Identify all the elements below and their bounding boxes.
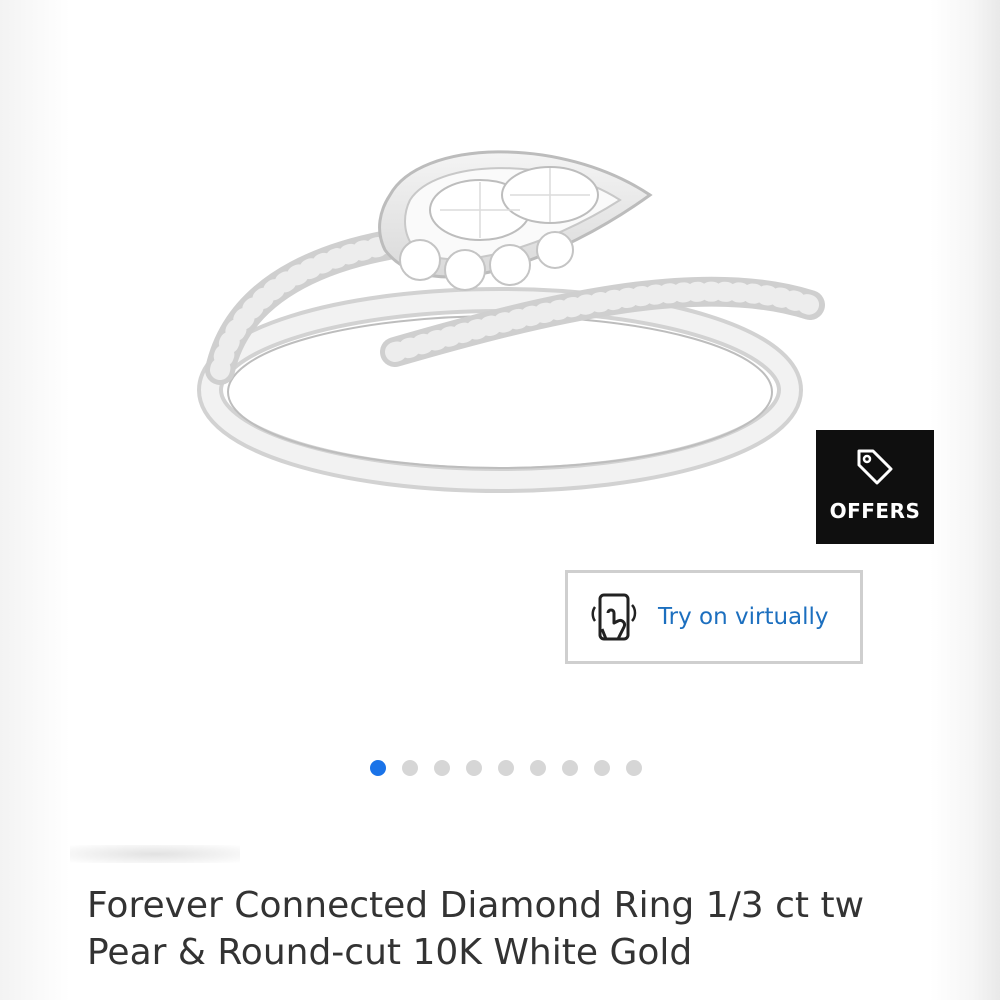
carousel-dot-3[interactable] [434, 760, 450, 776]
carousel-dot-8[interactable] [594, 760, 610, 776]
product-title: Forever Connected Diamond Ring 1/3 ct tw… [87, 882, 927, 976]
carousel-dot-2[interactable] [402, 760, 418, 776]
right-edge-shade [930, 0, 1000, 1000]
try-on-label: Try on virtually [658, 604, 829, 630]
product-title-line-2: Pear & Round-cut 10K White Gold [87, 932, 693, 973]
carousel-dot-5[interactable] [498, 760, 514, 776]
shadow-smudge [70, 845, 240, 863]
product-image[interactable] [180, 120, 840, 500]
product-title-line-1: Forever Connected Diamond Ring 1/3 ct tw [87, 885, 865, 926]
carousel-dot-4[interactable] [466, 760, 482, 776]
hand-phone-icon [591, 593, 637, 641]
carousel-dot-6[interactable] [530, 760, 546, 776]
carousel-dot-7[interactable] [562, 760, 578, 776]
tag-icon [857, 449, 893, 485]
left-edge-shade [0, 0, 70, 1000]
try-on-virtually-button[interactable]: Try on virtually [565, 570, 863, 664]
carousel-dot-1[interactable] [370, 760, 386, 776]
carousel-dots [370, 758, 642, 778]
offers-button[interactable]: OFFERS [816, 430, 934, 544]
carousel-dot-9[interactable] [626, 760, 642, 776]
offers-label: OFFERS [829, 499, 921, 523]
